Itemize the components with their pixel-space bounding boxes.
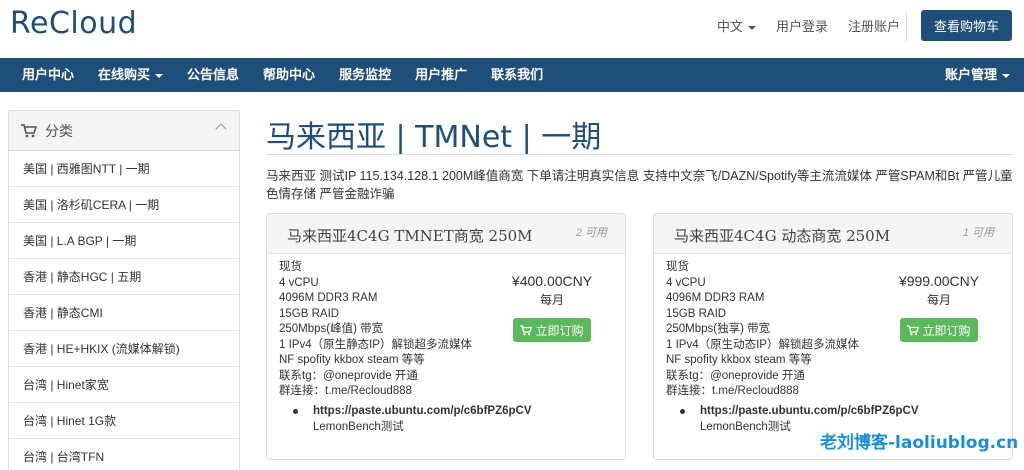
spec-line: 4096M DDR3 RAM	[279, 292, 378, 304]
order-label: 立即订购	[535, 323, 584, 338]
product-name: 马来西亚4C4G 动态商宽 250M	[674, 227, 891, 245]
account-label: 账户管理	[944, 67, 997, 82]
register-link[interactable]: 注册账户	[848, 16, 900, 35]
spec-line: 15GB RAID	[279, 307, 340, 320]
watermark: 老刘博客-laoliublog.cn	[820, 433, 1019, 453]
view-cart-button[interactable]: 查看购物车	[921, 10, 1012, 41]
price-box: ¥999.00CNY 每月 立即订购	[884, 273, 994, 342]
nav-label: 用户中心	[22, 67, 75, 82]
product-specs: 现货 4 vCPU 4096M DDR3 RAM 15GB RAID 250Mb…	[666, 260, 859, 400]
title-divider	[266, 154, 1013, 155]
sidebar-item[interactable]: 美国 | L.A BGP | 一期	[9, 223, 239, 259]
top-links: 中文 用户登录 注册账户	[717, 16, 900, 35]
bullet-icon	[680, 409, 685, 414]
test-link-note: LemonBench测试	[313, 420, 404, 433]
product-price: ¥999.00CNY	[898, 273, 980, 289]
shopping-cart-icon	[520, 324, 533, 335]
spec-line: 联系tg：@oneprovide 开通	[279, 369, 418, 382]
main-nav: 用户中心 在线购买 公告信息 帮助中心 服务监控 用户推广 联系我们 账户管理	[0, 58, 1024, 92]
order-now-button[interactable]: 立即订购	[900, 318, 978, 342]
sidebar-item[interactable]: 香港 | 静态CMI	[9, 295, 239, 331]
category-title: 分类	[45, 122, 73, 139]
nav-label: 在线购买	[98, 67, 151, 82]
spec-line: NF spofity kkbox steam 等等	[666, 354, 812, 366]
spec-line: 4 vCPU	[666, 276, 706, 289]
spec-line: 群连接：t.me/Recloud888	[666, 385, 799, 397]
nav-announcements[interactable]: 公告信息	[175, 58, 251, 92]
shopping-cart-icon	[21, 123, 37, 137]
product-header: 马来西亚4C4G 动态商宽 250M 1 可用	[654, 214, 1012, 254]
nav-affiliate[interactable]: 用户推广	[403, 58, 479, 92]
header-divider	[906, 12, 907, 42]
product-card: 马来西亚4C4G TMNET商宽 250M 2 可用 现货 4 vCPU 409…	[266, 213, 626, 460]
test-links: https://paste.ubuntu.com/p/c6bfPZ6pCV Le…	[293, 404, 532, 435]
nav-label: 公告信息	[187, 67, 240, 82]
sidebar-item[interactable]: 美国 | 洛杉矶CERA | 一期	[9, 187, 239, 223]
spec-line: 4096M DDR3 RAM	[666, 292, 765, 304]
nav-help-center[interactable]: 帮助中心	[251, 58, 327, 92]
spec-line: 1 IPv4（原生动态IP）解锁超多流媒体	[666, 338, 859, 351]
chevron-down-icon	[747, 25, 756, 30]
account-menu[interactable]: 账户管理	[945, 58, 1010, 92]
spec-line: 现货	[279, 261, 302, 273]
product-price: ¥400.00CNY	[511, 273, 593, 289]
bullet-icon	[293, 409, 298, 414]
nav-label: 服务监控	[339, 67, 392, 82]
nav-label: 帮助中心	[263, 67, 316, 82]
sidebar-item[interactable]: 香港 | HE+HKIX (流媒体解锁)	[9, 331, 239, 367]
sidebar-item[interactable]: 台湾 | Hinet 1G款	[9, 403, 239, 439]
product-name: 马来西亚4C4G TMNET商宽 250M	[287, 227, 533, 245]
nav-label: 联系我们	[491, 67, 544, 82]
availability-count: 1 可用	[962, 227, 994, 239]
login-link[interactable]: 用户登录	[776, 16, 828, 35]
category-sidebar: 分类 美国 | 西雅图NTT | 一期 美国 | 洛杉矶CERA | 一期 美国…	[8, 110, 240, 470]
billing-cycle: 每月	[926, 293, 951, 307]
spec-line: 1 IPv4（原生静态IP）解锁超多流媒体	[279, 338, 472, 351]
spec-line: NF spofity kkbox steam 等等	[279, 354, 425, 366]
sidebar-item[interactable]: 台湾 | Hinet家宽	[9, 367, 239, 403]
spec-line: 群连接：t.me/Recloud888	[279, 385, 412, 397]
category-header[interactable]: 分类	[9, 111, 239, 151]
chevron-up-icon[interactable]	[215, 123, 227, 135]
price-box: ¥400.00CNY 每月 立即订购	[497, 273, 607, 342]
site-logo[interactable]: ReCloud	[10, 6, 137, 41]
sidebar-item[interactable]: 美国 | 西雅图NTT | 一期	[9, 151, 239, 187]
category-description: 马来西亚 测试IP 115.134.128.1 200M峰值商宽 下单请注明真实…	[266, 169, 1013, 201]
test-link[interactable]: https://paste.ubuntu.com/p/c6bfPZ6pCV	[680, 404, 919, 420]
product-header: 马来西亚4C4G TMNET商宽 250M 2 可用	[267, 214, 625, 254]
chevron-down-icon	[1002, 73, 1010, 78]
nav-label: 用户推广	[415, 67, 468, 82]
language-label: 中文	[716, 19, 743, 34]
nav-user-center[interactable]: 用户中心	[10, 58, 86, 92]
nav-service-monitor[interactable]: 服务监控	[327, 58, 403, 92]
availability-count: 2 可用	[575, 227, 607, 239]
spec-line: 现货	[666, 261, 689, 273]
spec-line: 250Mbps(独享) 带宽	[666, 323, 771, 335]
spec-line: 15GB RAID	[666, 307, 727, 320]
nav-buy-online[interactable]: 在线购买	[86, 58, 175, 92]
top-header: ReCloud 中文 用户登录 注册账户 查看购物车	[0, 0, 1024, 58]
product-card: 马来西亚4C4G 动态商宽 250M 1 可用 现货 4 vCPU 4096M …	[653, 213, 1013, 460]
product-specs: 现货 4 vCPU 4096M DDR3 RAM 15GB RAID 250Mb…	[279, 260, 472, 400]
shopping-cart-icon	[907, 324, 920, 335]
test-link[interactable]: https://paste.ubuntu.com/p/c6bfPZ6pCV	[293, 404, 532, 420]
spec-line: 联系tg：@oneprovide 开通	[666, 369, 805, 382]
sidebar-item[interactable]: 台湾 | 台湾TFN	[9, 439, 239, 470]
order-label: 立即订购	[922, 323, 971, 338]
chevron-down-icon	[155, 73, 164, 78]
language-selector[interactable]: 中文	[717, 16, 756, 35]
page-title: 马来西亚 | TMNet | 一期	[266, 120, 602, 155]
order-now-button[interactable]: 立即订购	[513, 318, 591, 342]
sidebar-item[interactable]: 香港 | 静态HGC | 五期	[9, 259, 239, 295]
spec-line: 250Mbps(峰值) 带宽	[279, 323, 384, 335]
billing-cycle: 每月	[539, 293, 564, 307]
nav-contact[interactable]: 联系我们	[479, 58, 555, 92]
spec-line: 4 vCPU	[279, 276, 319, 289]
